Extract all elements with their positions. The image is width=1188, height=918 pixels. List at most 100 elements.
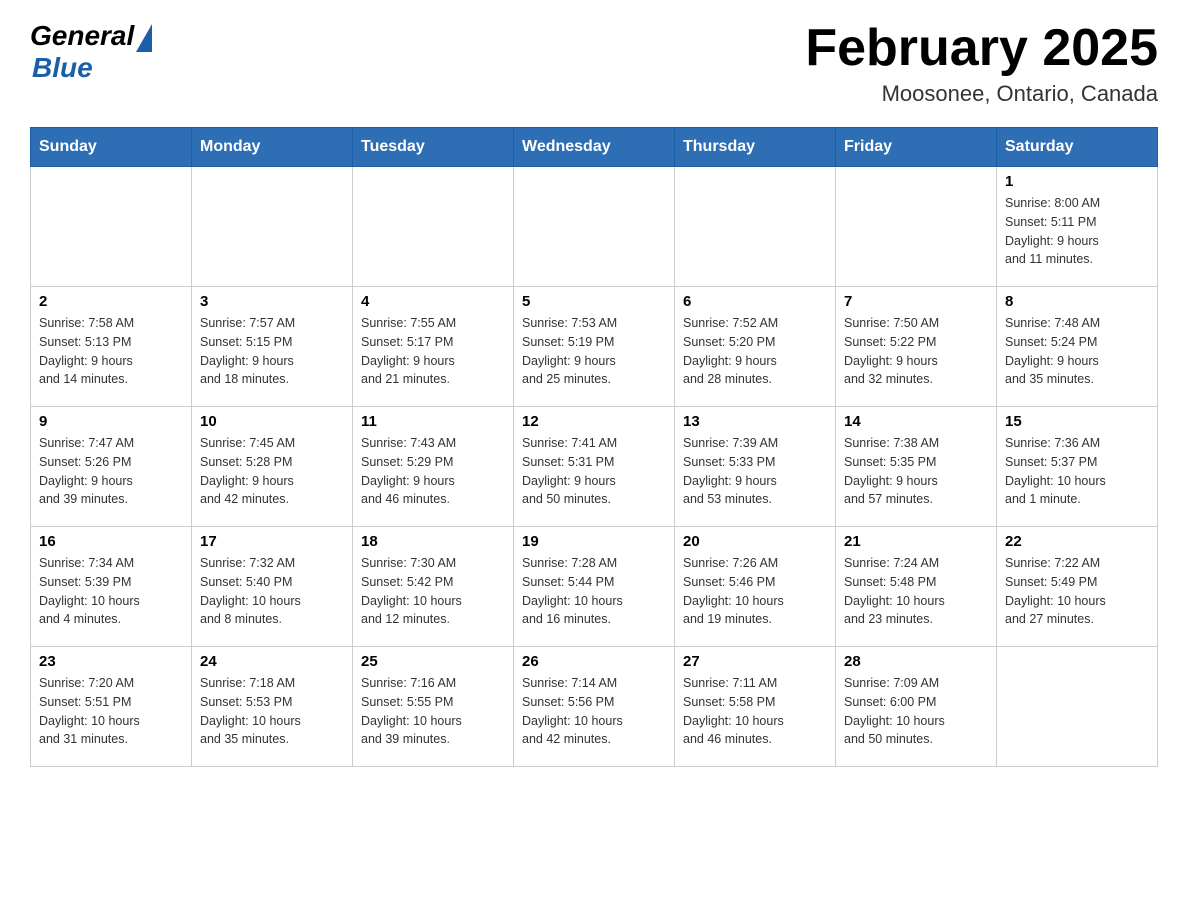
header-tuesday: Tuesday: [353, 128, 514, 167]
calendar-cell: 6 Sunrise: 7:52 AM Sunset: 5:20 PM Daylig…: [675, 287, 836, 407]
day-info: Sunrise: 7:14 AM Sunset: 5:56 PM Dayligh…: [522, 674, 666, 749]
week-row-5: 23Sunrise: 7:20 AM Sunset: 5:51 PM Dayli…: [31, 647, 1158, 767]
day-info: Sunrise: 7:24 AM Sunset: 5:48 PM Dayligh…: [844, 554, 988, 629]
calendar-cell: 23Sunrise: 7:20 AM Sunset: 5:51 PM Dayli…: [31, 647, 192, 767]
day-number: 8: [1005, 293, 1149, 310]
calendar-cell: 22Sunrise: 7:22 AM Sunset: 5:49 PM Dayli…: [997, 527, 1158, 647]
calendar-cell: 13 Sunrise: 7:39 AM Sunset: 5:33 PM Dayli…: [675, 407, 836, 527]
calendar-cell: [192, 167, 353, 287]
location-text: Moosonee, Ontario, Canada: [882, 81, 1158, 107]
calendar-cell: 16 Sunrise: 7:34 AM Sunset: 5:39 PM Dayli…: [31, 527, 192, 647]
day-number: 11: [361, 413, 505, 430]
day-number: 5: [522, 293, 666, 310]
day-info: Sunrise: 7:55 AM Sunset: 5:17 PM Dayligh…: [361, 314, 505, 389]
calendar-cell: 26Sunrise: 7:14 AM Sunset: 5:56 PM Dayli…: [514, 647, 675, 767]
day-number: 15: [1005, 413, 1149, 430]
day-info: Sunrise: 7:53 AM Sunset: 5:19 PM Dayligh…: [522, 314, 666, 389]
day-number: 18: [361, 533, 505, 550]
day-number: 17: [200, 533, 344, 550]
day-number: 4: [361, 293, 505, 310]
day-number: 21: [844, 533, 988, 550]
calendar-cell: 3 Sunrise: 7:57 AM Sunset: 5:15 PM Daylig…: [192, 287, 353, 407]
calendar-cell: 5 Sunrise: 7:53 AM Sunset: 5:19 PM Daylig…: [514, 287, 675, 407]
day-info: Sunrise: 7:57 AM Sunset: 5:15 PM Dayligh…: [200, 314, 344, 389]
calendar-cell: [353, 167, 514, 287]
week-row-1: 1 Sunrise: 8:00 AM Sunset: 5:11 PM Daylig…: [31, 167, 1158, 287]
day-info: Sunrise: 7:28 AM Sunset: 5:44 PM Dayligh…: [522, 554, 666, 629]
day-info: Sunrise: 7:26 AM Sunset: 5:46 PM Dayligh…: [683, 554, 827, 629]
header-thursday: Thursday: [675, 128, 836, 167]
day-number: 19: [522, 533, 666, 550]
day-number: 13: [683, 413, 827, 430]
calendar-cell: [675, 167, 836, 287]
day-number: 24: [200, 653, 344, 670]
header-sunday: Sunday: [31, 128, 192, 167]
day-info: Sunrise: 7:58 AM Sunset: 5:13 PM Dayligh…: [39, 314, 183, 389]
day-info: Sunrise: 7:09 AM Sunset: 6:00 PM Dayligh…: [844, 674, 988, 749]
header-monday: Monday: [192, 128, 353, 167]
day-info: Sunrise: 7:11 AM Sunset: 5:58 PM Dayligh…: [683, 674, 827, 749]
day-number: 7: [844, 293, 988, 310]
logo: General Blue: [30, 20, 152, 84]
calendar-cell: 9 Sunrise: 7:47 AM Sunset: 5:26 PM Daylig…: [31, 407, 192, 527]
day-number: 20: [683, 533, 827, 550]
header-saturday: Saturday: [997, 128, 1158, 167]
calendar-cell: [514, 167, 675, 287]
day-info: Sunrise: 7:43 AM Sunset: 5:29 PM Dayligh…: [361, 434, 505, 509]
day-info: Sunrise: 7:34 AM Sunset: 5:39 PM Dayligh…: [39, 554, 183, 629]
logo-triangle-icon: [136, 24, 152, 52]
calendar-cell: 2Sunrise: 7:58 AM Sunset: 5:13 PM Daylig…: [31, 287, 192, 407]
calendar-cell: 24Sunrise: 7:18 AM Sunset: 5:53 PM Dayli…: [192, 647, 353, 767]
header-friday: Friday: [836, 128, 997, 167]
day-number: 27: [683, 653, 827, 670]
calendar-cell: 11 Sunrise: 7:43 AM Sunset: 5:29 PM Dayli…: [353, 407, 514, 527]
day-info: Sunrise: 7:38 AM Sunset: 5:35 PM Dayligh…: [844, 434, 988, 509]
day-info: Sunrise: 8:00 AM Sunset: 5:11 PM Dayligh…: [1005, 194, 1149, 269]
day-number: 14: [844, 413, 988, 430]
calendar-cell: 27 Sunrise: 7:11 AM Sunset: 5:58 PM Dayli…: [675, 647, 836, 767]
day-info: Sunrise: 7:47 AM Sunset: 5:26 PM Dayligh…: [39, 434, 183, 509]
day-info: Sunrise: 7:16 AM Sunset: 5:55 PM Dayligh…: [361, 674, 505, 749]
month-title: February 2025: [805, 20, 1158, 77]
calendar-cell: [31, 167, 192, 287]
calendar-cell: 4 Sunrise: 7:55 AM Sunset: 5:17 PM Daylig…: [353, 287, 514, 407]
day-number: 12: [522, 413, 666, 430]
calendar-cell: [997, 647, 1158, 767]
calendar-cell: 1 Sunrise: 8:00 AM Sunset: 5:11 PM Daylig…: [997, 167, 1158, 287]
day-number: 1: [1005, 173, 1149, 190]
calendar-cell: 8 Sunrise: 7:48 AM Sunset: 5:24 PM Daylig…: [997, 287, 1158, 407]
day-info: Sunrise: 7:52 AM Sunset: 5:20 PM Dayligh…: [683, 314, 827, 389]
day-info: Sunrise: 7:41 AM Sunset: 5:31 PM Dayligh…: [522, 434, 666, 509]
day-number: 16: [39, 533, 183, 550]
calendar-header-row: SundayMondayTuesdayWednesdayThursdayFrid…: [31, 128, 1158, 167]
calendar-cell: 18Sunrise: 7:30 AM Sunset: 5:42 PM Dayli…: [353, 527, 514, 647]
week-row-2: 2Sunrise: 7:58 AM Sunset: 5:13 PM Daylig…: [31, 287, 1158, 407]
calendar-table: SundayMondayTuesdayWednesdayThursdayFrid…: [30, 127, 1158, 767]
calendar-cell: 19 Sunrise: 7:28 AM Sunset: 5:44 PM Dayli…: [514, 527, 675, 647]
calendar-cell: 15 Sunrise: 7:36 AM Sunset: 5:37 PM Dayli…: [997, 407, 1158, 527]
day-number: 9: [39, 413, 183, 430]
day-info: Sunrise: 7:50 AM Sunset: 5:22 PM Dayligh…: [844, 314, 988, 389]
day-number: 3: [200, 293, 344, 310]
logo-general-text: General: [30, 20, 134, 52]
calendar-cell: [836, 167, 997, 287]
day-info: Sunrise: 7:20 AM Sunset: 5:51 PM Dayligh…: [39, 674, 183, 749]
day-info: Sunrise: 7:22 AM Sunset: 5:49 PM Dayligh…: [1005, 554, 1149, 629]
calendar-cell: 14 Sunrise: 7:38 AM Sunset: 5:35 PM Dayli…: [836, 407, 997, 527]
week-row-4: 16 Sunrise: 7:34 AM Sunset: 5:39 PM Dayli…: [31, 527, 1158, 647]
day-info: Sunrise: 7:36 AM Sunset: 5:37 PM Dayligh…: [1005, 434, 1149, 509]
header-wednesday: Wednesday: [514, 128, 675, 167]
calendar-cell: 25 Sunrise: 7:16 AM Sunset: 5:55 PM Dayli…: [353, 647, 514, 767]
calendar-cell: 20 Sunrise: 7:26 AM Sunset: 5:46 PM Dayli…: [675, 527, 836, 647]
day-number: 25: [361, 653, 505, 670]
week-row-3: 9 Sunrise: 7:47 AM Sunset: 5:26 PM Daylig…: [31, 407, 1158, 527]
calendar-cell: 7 Sunrise: 7:50 AM Sunset: 5:22 PM Daylig…: [836, 287, 997, 407]
logo-blue-text: Blue: [32, 52, 93, 84]
day-info: Sunrise: 7:45 AM Sunset: 5:28 PM Dayligh…: [200, 434, 344, 509]
calendar-cell: 12 Sunrise: 7:41 AM Sunset: 5:31 PM Dayli…: [514, 407, 675, 527]
calendar-cell: 28 Sunrise: 7:09 AM Sunset: 6:00 PM Dayli…: [836, 647, 997, 767]
day-number: 28: [844, 653, 988, 670]
day-info: Sunrise: 7:39 AM Sunset: 5:33 PM Dayligh…: [683, 434, 827, 509]
day-info: Sunrise: 7:48 AM Sunset: 5:24 PM Dayligh…: [1005, 314, 1149, 389]
day-number: 6: [683, 293, 827, 310]
